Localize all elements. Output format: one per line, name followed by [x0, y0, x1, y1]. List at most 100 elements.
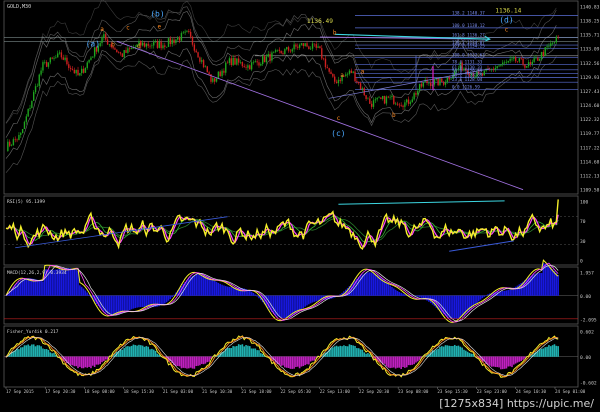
candle-body [441, 78, 443, 83]
fisher-histogram-bar [503, 356, 506, 369]
candle-body [130, 48, 133, 50]
candle-body [442, 82, 445, 85]
macd-histogram-bar [509, 289, 511, 296]
fisher-histogram-bar [180, 356, 183, 369]
macd-histogram-bar [285, 295, 288, 319]
x-axis-label: 21 Sep 18:00 [241, 389, 272, 394]
fisher-histogram-bar [29, 345, 31, 357]
macd-histogram-bar [82, 288, 85, 296]
macd-histogram-bar [223, 285, 225, 296]
fisher-histogram-bar [542, 348, 545, 357]
macd-histogram-bar [204, 275, 207, 296]
candle-body [385, 96, 388, 104]
fisher-histogram-bar [176, 356, 179, 366]
candle-body [415, 93, 417, 95]
rsi-band [5, 215, 559, 244]
macd-histogram-bar [500, 291, 502, 296]
fisher-histogram-bar [348, 344, 351, 357]
macd-axis-label: 0.00 [580, 294, 591, 300]
fisher-axis-label: -0.602 [580, 381, 597, 387]
price-axis-label: 1112.13 [580, 173, 600, 179]
x-axis-label: 24 Sep 10:30 [516, 389, 547, 394]
fisher-histogram-bar [287, 356, 290, 369]
macd-histogram-bar [315, 295, 318, 302]
macd-histogram-bar [140, 295, 142, 308]
candle-body [280, 50, 282, 54]
macd-histogram-bar [311, 295, 314, 303]
candle-body [213, 78, 216, 82]
macd-histogram-bar [127, 295, 129, 311]
candle-body [151, 45, 153, 47]
fisher-histogram-bar [300, 356, 303, 367]
macd-histogram-bar [86, 292, 89, 296]
fisher-histogram-bar [138, 344, 140, 357]
rsi-trend-line [449, 240, 514, 252]
candle-body [154, 41, 157, 43]
candle-body [372, 100, 375, 107]
fisher-histogram-bar [18, 349, 20, 357]
candle-body [79, 73, 81, 76]
fisher-histogram-bar [439, 346, 441, 357]
fisher-histogram-bar [341, 346, 343, 357]
price-axis-label: 1138.25 [580, 19, 600, 25]
macd-histogram-bar [224, 286, 227, 296]
fisher-histogram-bar [82, 356, 85, 369]
fisher-histogram-bar [407, 356, 410, 366]
candle-body [75, 69, 77, 74]
candle-body [535, 57, 537, 59]
fisher-histogram-bar [90, 356, 92, 369]
candle-body [317, 46, 319, 48]
fisher-histogram-bar [400, 356, 402, 369]
candle-body [498, 65, 500, 67]
candle-body [81, 68, 83, 74]
macd-histogram-bar [169, 295, 172, 299]
fisher-histogram-bar [457, 345, 460, 357]
rsi-axis-label: 0 [580, 259, 583, 265]
candle-body [20, 133, 22, 135]
candle-body [389, 96, 391, 98]
price-axis-label: 1119.77 [580, 131, 600, 137]
macd-histogram-bar [36, 279, 39, 296]
fisher-histogram-bar [446, 345, 449, 357]
candle-body [557, 36, 559, 38]
macd-histogram-bar [14, 284, 17, 296]
x-axis-label: 23 Sep 23:00 [477, 389, 508, 394]
fisher-histogram-bar [186, 356, 188, 369]
macd-histogram-bar [21, 279, 24, 296]
fisher-histogram-bar [256, 350, 258, 357]
candle-body [49, 57, 52, 63]
fisher-histogram-bar [38, 345, 41, 357]
candle-body [293, 44, 295, 50]
rsi-axis-label: 30 [580, 239, 586, 245]
macd-histogram-bar [393, 288, 395, 296]
fisher-histogram-bar [465, 350, 467, 357]
macd-histogram-bar [368, 272, 371, 296]
macd-histogram-bar [145, 295, 148, 307]
fisher-histogram-bar [232, 346, 234, 357]
x-axis-label: 22 Sep 20:30 [359, 389, 390, 394]
candle-body [105, 34, 107, 40]
macd-histogram-bar [287, 295, 290, 318]
candle-body [555, 36, 558, 43]
candle-body [406, 99, 408, 103]
macd-histogram-bar [16, 283, 18, 296]
candle-body [352, 71, 354, 73]
macd-histogram-bar [304, 295, 306, 307]
fisher-histogram-bar [200, 356, 203, 364]
candle-body [551, 43, 554, 44]
candle-body [212, 78, 214, 82]
fisher-histogram-bar [97, 356, 100, 365]
macd-histogram-bar [164, 295, 166, 304]
fisher-histogram-bar [75, 356, 77, 367]
candle-body [265, 56, 268, 63]
candle-body [239, 62, 242, 63]
candle-body [533, 58, 535, 62]
wave-label: (d) [499, 16, 513, 25]
fisher-histogram-bar [385, 356, 388, 367]
macd-histogram-bar [282, 295, 284, 319]
candle-body [260, 64, 262, 66]
fisher-histogram-bar [125, 346, 127, 357]
candle-body [33, 92, 35, 101]
candle-body [36, 85, 39, 87]
price-axis-label: 1133.09 [580, 47, 600, 53]
